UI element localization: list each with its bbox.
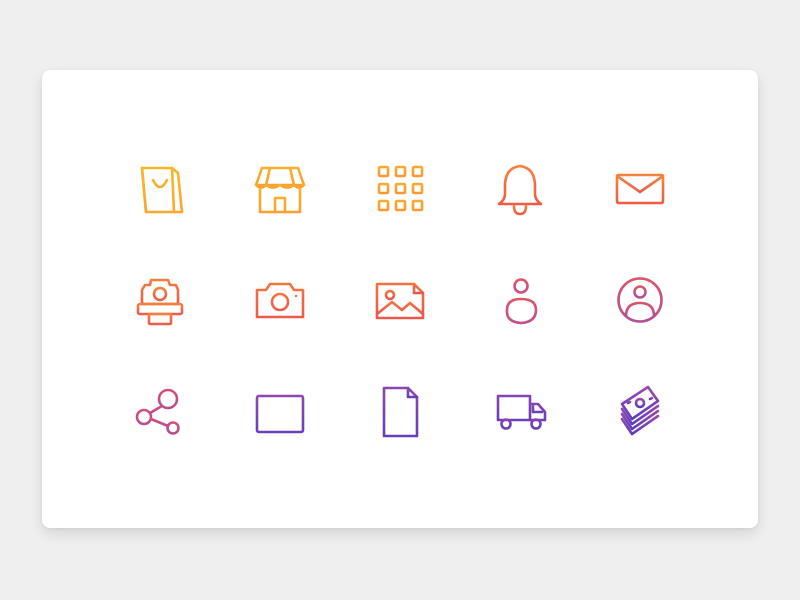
grid-icon (370, 158, 430, 218)
polaroid-camera-icon (130, 270, 190, 330)
mail-icon (610, 158, 670, 218)
truck-icon (490, 382, 550, 442)
camera-icon (250, 270, 310, 330)
icon-set-card (42, 70, 758, 528)
document-icon (370, 382, 430, 442)
user-circle-icon (610, 270, 670, 330)
store-icon (250, 158, 310, 218)
calendar-icon (250, 382, 310, 442)
image-icon (370, 270, 430, 330)
user-icon (490, 270, 550, 330)
bell-icon (490, 158, 550, 218)
money-stack-icon (610, 382, 670, 442)
shopping-bag-icon (130, 158, 190, 218)
share-icon (130, 382, 190, 442)
